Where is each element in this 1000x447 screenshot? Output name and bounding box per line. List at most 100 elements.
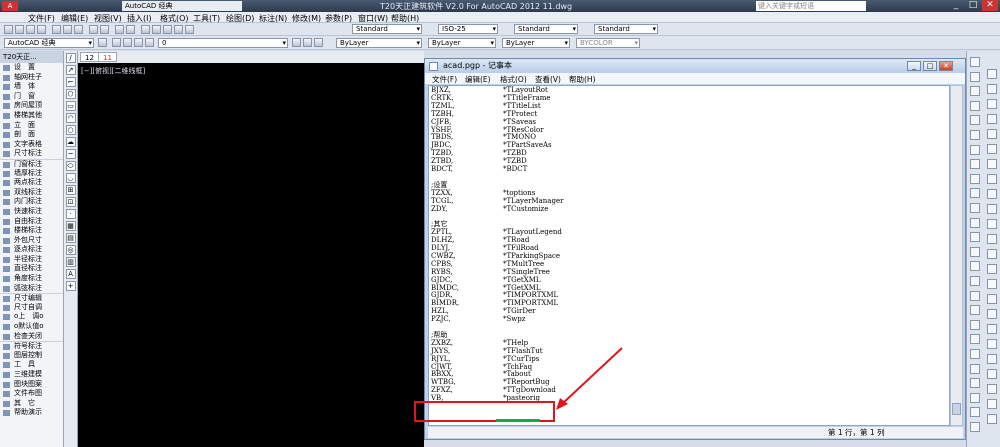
- color-select[interactable]: ByLayer: [336, 38, 422, 48]
- region-icon[interactable]: ◎: [65, 245, 76, 255]
- modify-tool-icon[interactable]: [970, 203, 980, 213]
- tarch-menu-item[interactable]: 门窗标注: [0, 158, 63, 169]
- point-icon[interactable]: ·: [65, 209, 76, 219]
- open-icon[interactable]: [15, 25, 24, 34]
- object-snap-icon[interactable]: [987, 339, 997, 349]
- modify-tool-icon[interactable]: [970, 407, 980, 418]
- tarch-menu-item[interactable]: 墙厚标注: [0, 169, 63, 179]
- tarch-menu-item[interactable]: 文件布图: [0, 389, 63, 399]
- line-icon[interactable]: /: [65, 53, 76, 63]
- maximize-icon[interactable]: □: [965, 0, 981, 11]
- pan-icon[interactable]: [115, 25, 124, 34]
- mleader-style-select[interactable]: Standard: [594, 24, 658, 34]
- tool-palettes-icon[interactable]: [163, 25, 172, 34]
- linetype-select[interactable]: ByLayer: [428, 38, 496, 48]
- print-icon[interactable]: [37, 25, 46, 34]
- drawing-canvas[interactable]: [78, 51, 424, 447]
- notepad-maximize-icon[interactable]: □: [923, 61, 937, 71]
- object-snap-icon[interactable]: [987, 294, 997, 304]
- ellipse-arc-icon[interactable]: ◡: [65, 173, 76, 183]
- object-snap-icon[interactable]: [987, 234, 997, 244]
- layer-state-icon[interactable]: [314, 38, 323, 47]
- modify-tool-icon[interactable]: [970, 334, 980, 345]
- search-input[interactable]: 键入关键字或短语: [756, 1, 866, 11]
- modify-tool-icon[interactable]: [970, 144, 980, 155]
- close-icon[interactable]: ✕: [982, 0, 998, 11]
- modify-tool-icon[interactable]: [970, 57, 980, 67]
- copy-icon[interactable]: [63, 25, 72, 34]
- tarch-menu-item[interactable]: 三维建模: [0, 370, 63, 380]
- tarch-menu-item[interactable]: 轴网柱子: [0, 73, 63, 83]
- tarch-menu-item[interactable]: 自由标注: [0, 217, 63, 227]
- scroll-thumb[interactable]: [952, 403, 961, 415]
- modify-tool-icon[interactable]: [970, 261, 980, 272]
- text-style-select[interactable]: Standard: [352, 24, 422, 34]
- rectangle-icon[interactable]: ▭: [65, 101, 76, 111]
- app-icon[interactable]: A: [2, 1, 18, 11]
- calculator-icon[interactable]: [174, 25, 183, 34]
- undo-icon[interactable]: [89, 25, 98, 34]
- workspace-settings-icon[interactable]: [98, 38, 107, 47]
- modify-tool-icon[interactable]: [970, 173, 980, 184]
- hatch-icon[interactable]: ▦: [65, 221, 76, 231]
- modify-tool-icon[interactable]: [970, 100, 980, 111]
- dim-style-select[interactable]: ISO-25: [438, 24, 498, 34]
- tab-doc-12[interactable]: 12: [80, 52, 99, 62]
- object-snap-icon[interactable]: [987, 309, 997, 319]
- modify-tool-icon[interactable]: [970, 305, 980, 316]
- object-snap-icon[interactable]: [987, 264, 997, 274]
- tarch-menu-item[interactable]: 尺寸自调: [0, 303, 63, 313]
- np-menu-format[interactable]: 格式(O): [500, 74, 527, 85]
- circle-icon[interactable]: ○: [65, 125, 76, 135]
- design-center-icon[interactable]: [152, 25, 161, 34]
- tarch-menu-item[interactable]: 直径标注: [0, 264, 63, 274]
- gradient-icon[interactable]: ▤: [65, 233, 76, 243]
- plotstyle-select[interactable]: BYCOLOR: [576, 38, 640, 48]
- object-snap-icon[interactable]: [987, 324, 997, 334]
- tarch-menu-item[interactable]: 房间屋顶: [0, 101, 63, 111]
- modify-tool-icon[interactable]: [970, 188, 980, 199]
- object-snap-icon[interactable]: [987, 129, 997, 139]
- tarch-menu-item[interactable]: 立 面: [0, 121, 63, 131]
- tarch-menu-item[interactable]: 检查关闭: [0, 332, 63, 342]
- tarch-menu-item[interactable]: 弧弦标注: [0, 284, 63, 294]
- notepad-minimize-icon[interactable]: _: [907, 61, 921, 71]
- cut-icon[interactable]: [52, 25, 61, 34]
- arc-icon[interactable]: ◠: [65, 113, 76, 123]
- make-current-layer-icon[interactable]: [292, 38, 301, 47]
- modify-tool-icon[interactable]: [970, 349, 980, 359]
- tarch-menu-item[interactable]: 尺寸标注: [0, 149, 63, 159]
- workspace-combo[interactable]: AutoCAD 经典: [4, 38, 94, 48]
- revcloud-icon[interactable]: ☁: [65, 137, 76, 147]
- tarch-menu-item[interactable]: 楼梯其他: [0, 111, 63, 121]
- tarch-menu-item[interactable]: 角度标注: [0, 274, 63, 284]
- modify-tool-icon[interactable]: [970, 130, 980, 140]
- object-snap-icon[interactable]: [987, 414, 997, 424]
- zoom-icon[interactable]: [126, 25, 135, 34]
- ellipse-icon[interactable]: ⬭: [65, 161, 76, 171]
- modify-tool-icon[interactable]: [970, 290, 980, 301]
- polygon-icon[interactable]: ⬡: [65, 89, 76, 99]
- tarch-menu-item[interactable]: 图块图案: [0, 380, 63, 390]
- new-icon[interactable]: [4, 25, 13, 34]
- tarch-menu-item[interactable]: 楼梯标注: [0, 226, 63, 236]
- object-snap-icon[interactable]: [987, 84, 997, 94]
- modify-tool-icon[interactable]: [970, 276, 980, 286]
- object-snap-icon[interactable]: [987, 144, 997, 154]
- modify-tool-icon[interactable]: [970, 217, 980, 228]
- make-block-icon[interactable]: ⊡: [65, 197, 76, 207]
- minimize-icon[interactable]: _: [948, 0, 964, 11]
- object-snap-icon[interactable]: [987, 114, 997, 124]
- notepad-close-icon[interactable]: ✕: [939, 61, 953, 71]
- object-snap-icon[interactable]: [987, 249, 997, 259]
- modify-tool-icon[interactable]: [970, 86, 980, 97]
- properties-icon[interactable]: [141, 25, 150, 34]
- object-snap-icon[interactable]: [987, 219, 997, 229]
- object-snap-icon[interactable]: [987, 174, 997, 184]
- table-icon[interactable]: ▥: [65, 257, 76, 267]
- modify-tool-icon[interactable]: [970, 378, 980, 389]
- tarch-menu-item[interactable]: 工 具: [0, 360, 63, 370]
- help-icon[interactable]: [185, 25, 194, 34]
- viewport-controls[interactable]: [−][俯视][二维线框]: [81, 66, 145, 76]
- tarch-menu-item[interactable]: 双线标注: [0, 188, 63, 198]
